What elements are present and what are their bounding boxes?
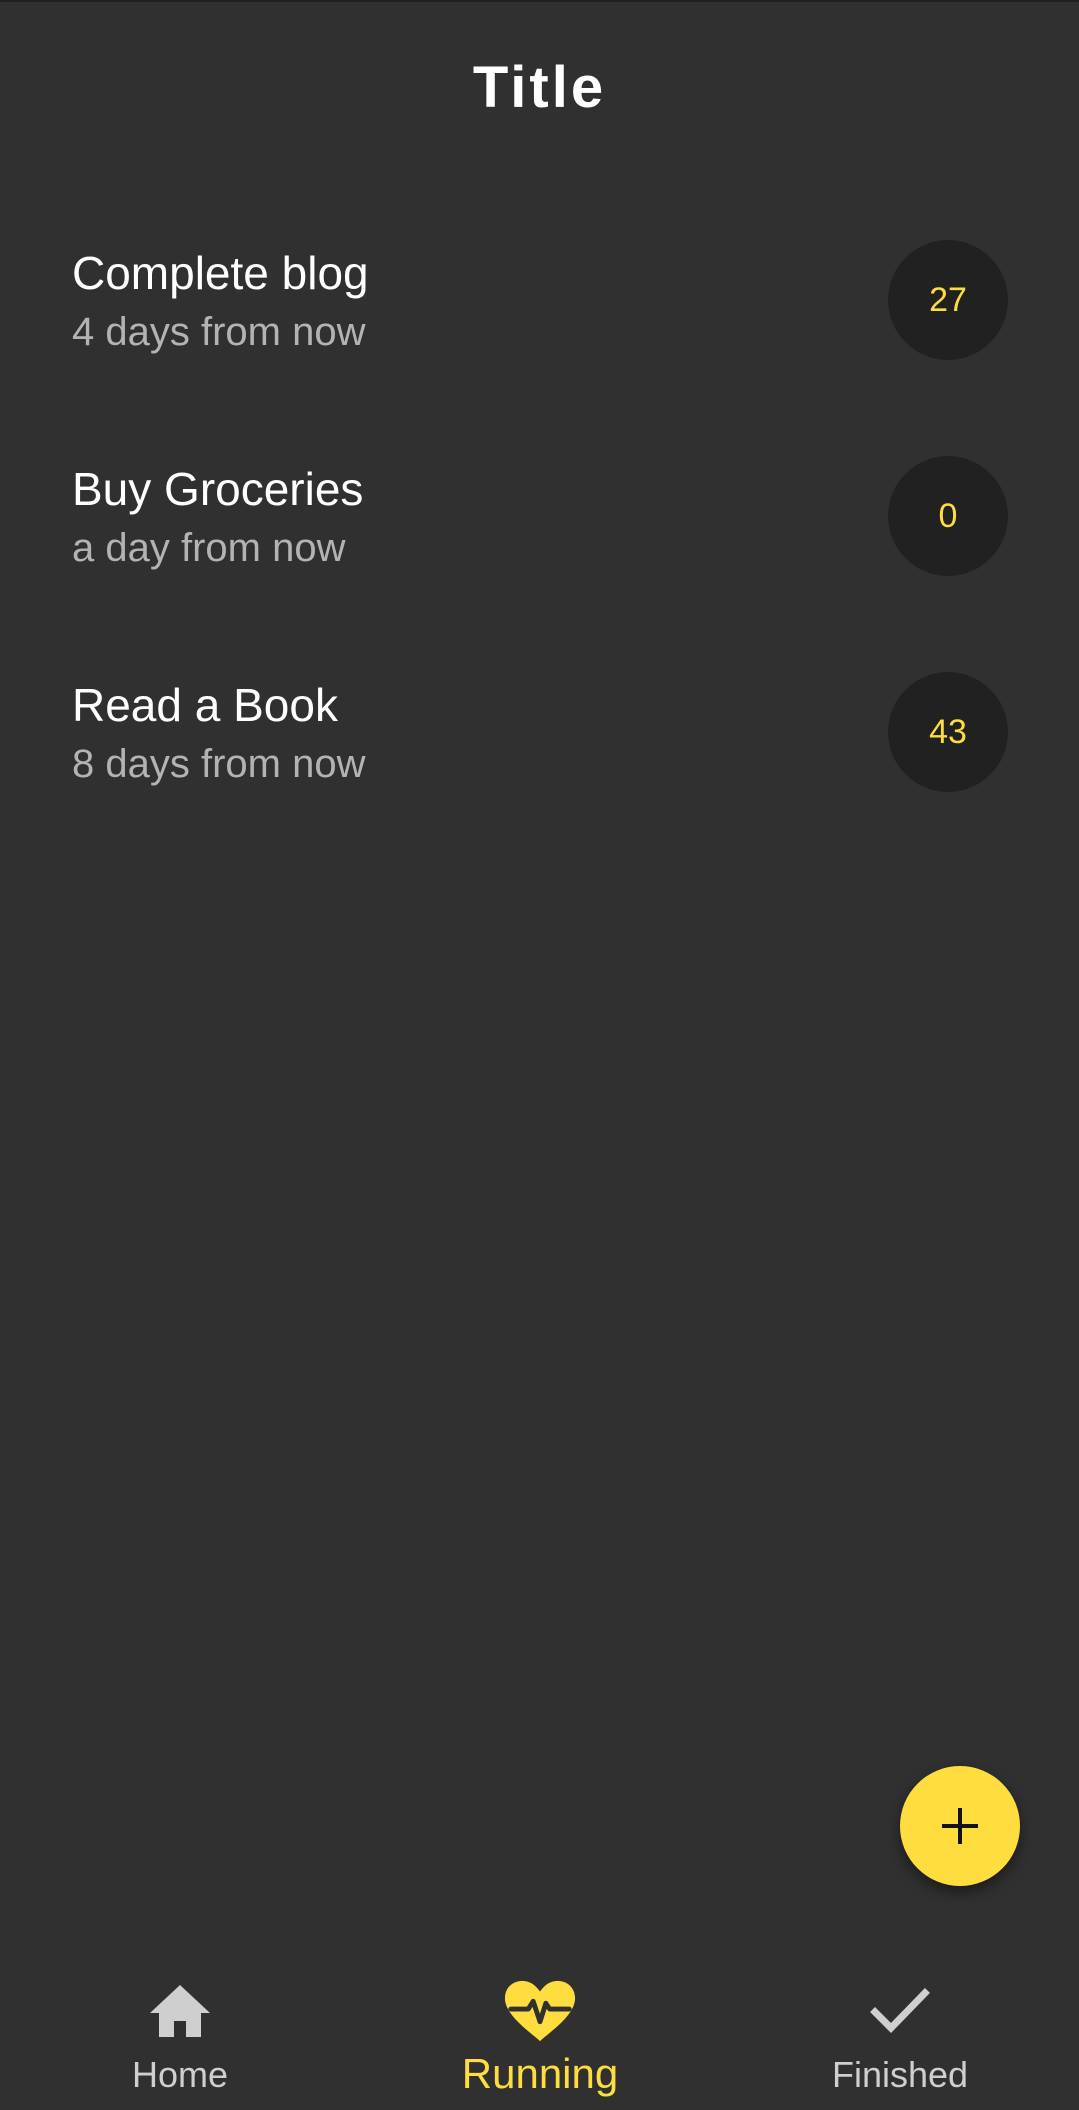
task-count-badge: 0 — [888, 456, 1008, 576]
task-title: Buy Groceries — [72, 463, 364, 515]
heart-pulse-icon — [503, 1974, 577, 2048]
plus-icon — [942, 1808, 978, 1844]
nav-item-running[interactable]: Running — [390, 1950, 690, 2110]
task-item[interactable]: Buy Groceries a day from now 0 — [0, 432, 1079, 648]
checkmark-icon — [863, 1974, 937, 2048]
task-count-badge: 43 — [888, 672, 1008, 792]
nav-label-finished: Finished — [831, 2054, 969, 2095]
task-title: Read a Book — [72, 679, 338, 731]
task-list: Complete blog 4 days from now 27 Buy Gro… — [0, 216, 1079, 864]
bottom-navigation: Home Running Finished — [0, 1950, 1079, 2110]
task-due-date: a day from now — [72, 526, 346, 570]
add-task-button[interactable] — [900, 1766, 1020, 1886]
task-item[interactable]: Complete blog 4 days from now 27 — [0, 216, 1079, 432]
nav-label-home: Home — [131, 2054, 229, 2095]
nav-item-finished[interactable]: Finished — [750, 1950, 1050, 2110]
home-icon — [143, 1974, 217, 2048]
task-title: Complete blog — [72, 247, 369, 299]
task-due-date: 4 days from now — [72, 310, 366, 354]
app-bar: Title — [0, 0, 1079, 180]
nav-item-home[interactable]: Home — [30, 1950, 330, 2110]
nav-label-running: Running — [461, 2050, 619, 2097]
task-item[interactable]: Read a Book 8 days from now 43 — [0, 648, 1079, 864]
task-count-badge: 27 — [888, 240, 1008, 360]
task-due-date: 8 days from now — [72, 742, 366, 786]
page-title: Title — [472, 54, 607, 120]
